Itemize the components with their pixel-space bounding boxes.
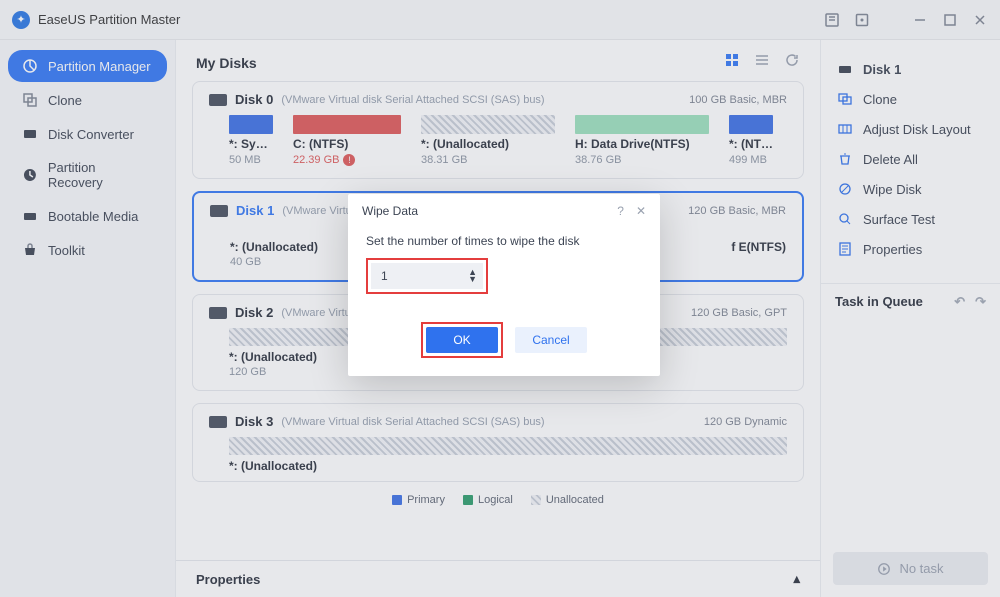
help-icon[interactable]: ? — [617, 204, 624, 218]
close-icon[interactable]: ✕ — [636, 204, 646, 218]
cancel-button[interactable]: Cancel — [515, 327, 587, 353]
stepper-down-icon[interactable]: ▼ — [468, 276, 477, 283]
wipe-count-input[interactable]: 1 ▲ ▼ — [371, 263, 483, 289]
ok-button[interactable]: OK — [426, 327, 498, 353]
dialog-label: Set the number of times to wipe the disk — [366, 234, 642, 248]
highlight-box-ok: OK — [421, 322, 503, 358]
wipe-count-value: 1 — [381, 269, 388, 283]
dialog-title: Wipe Data — [362, 204, 418, 218]
wipe-data-dialog: Wipe Data ? ✕ Set the number of times to… — [348, 194, 660, 376]
highlight-box-spinner: 1 ▲ ▼ — [366, 258, 488, 294]
